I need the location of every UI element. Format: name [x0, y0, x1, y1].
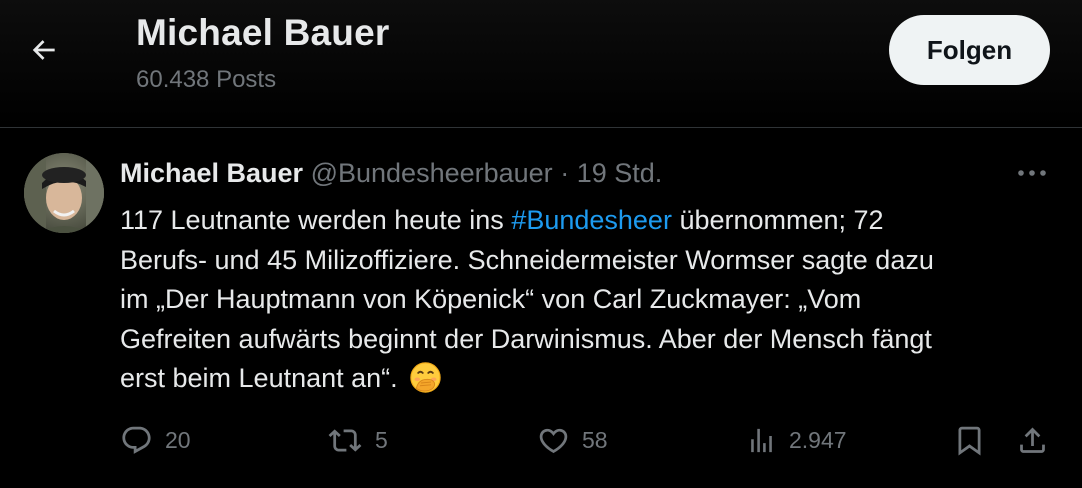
reply-bubble-icon	[122, 426, 151, 454]
author-handle[interactable]: @Bundesheerbauer	[311, 158, 553, 188]
post-count: 60.438 Posts	[136, 66, 277, 93]
face-with-hand-over-mouth-emoji	[410, 362, 441, 393]
author-name[interactable]: Michael Bauer	[120, 158, 303, 188]
tweet-actions: 20 5 58 2.947	[0, 418, 1082, 462]
repost-button[interactable]: 5	[327, 418, 388, 462]
separator-dot: ·	[560, 158, 570, 188]
tweet-text-line: erst beim Leutnant an“.	[120, 363, 398, 393]
profile-header: Michael Bauer 60.438 Posts Folgen	[0, 0, 1082, 128]
more-horizontal-icon	[1018, 170, 1046, 176]
tweet-text-segment: übernommen; 72	[671, 205, 884, 235]
tweet[interactable]: Michael Bauer @Bundesheerbauer · 19 Std.…	[0, 128, 1082, 488]
views-count: 2.947	[789, 426, 847, 453]
views-button[interactable]: 2.947	[746, 418, 847, 462]
tweet-text: 117 Leutnante werden heute ins #Bundeshe…	[120, 201, 1060, 399]
share-button[interactable]	[1016, 418, 1049, 462]
reply-count: 20	[165, 426, 191, 453]
hashtag-link[interactable]: #Bundesheer	[511, 205, 672, 235]
repost-count: 5	[375, 426, 388, 453]
more-options-button[interactable]	[1010, 158, 1054, 188]
tweet-timestamp[interactable]: 19 Std.	[577, 158, 663, 188]
arrow-left-icon	[32, 40, 55, 60]
bookmark-icon	[958, 426, 981, 456]
tweet-header: Michael Bauer @Bundesheerbauer · 19 Std.	[120, 158, 662, 189]
follow-button[interactable]: Folgen	[889, 15, 1050, 85]
tweet-text-segment: 117 Leutnante werden heute ins	[120, 205, 512, 235]
back-button[interactable]	[22, 28, 66, 72]
avatar[interactable]	[24, 153, 104, 233]
like-button[interactable]: 58	[537, 418, 608, 462]
share-icon	[1020, 427, 1045, 453]
tweet-text-line: Berufs- und 45 Milizoffiziere. Schneider…	[120, 244, 934, 275]
repost-icon	[328, 428, 362, 452]
profile-name: Michael Bauer	[136, 12, 390, 53]
tweet-text-line: im „Der Hauptmann von Köpenick“ von Carl…	[120, 284, 862, 314]
tweet-text-line: Gefreiten aufwärts beginnt der Darwinism…	[120, 323, 932, 354]
heart-icon	[539, 428, 568, 453]
views-bar-icon	[751, 428, 772, 452]
like-count: 58	[582, 426, 608, 453]
reply-button[interactable]: 20	[120, 418, 191, 462]
bookmark-button[interactable]	[953, 418, 986, 462]
